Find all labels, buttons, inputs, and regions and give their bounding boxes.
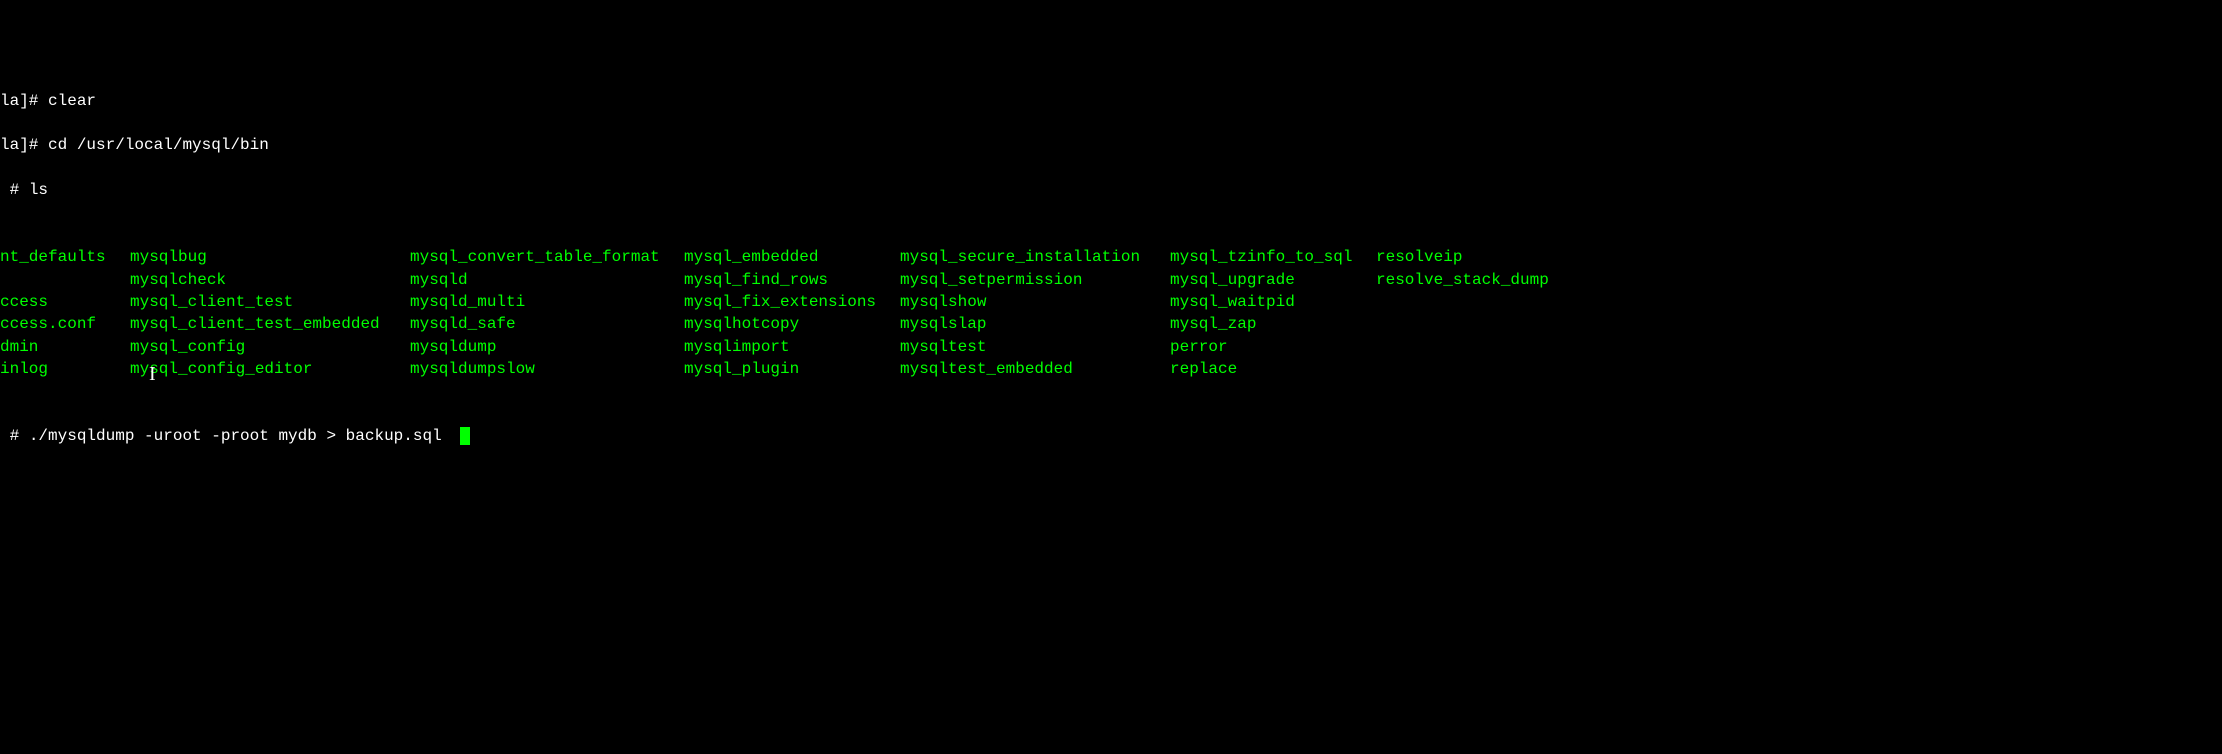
ls-file: mysqltest: [900, 336, 1170, 358]
ls-file: resolve_stack_dump: [1376, 269, 1576, 291]
command-input-text[interactable]: ./mysqldump -uroot -proot mydb > backup.…: [29, 427, 442, 445]
command-text: cd /usr/local/mysql/bin: [48, 136, 269, 154]
ls-file: mysql_plugin: [684, 358, 900, 380]
ls-file: mysqlcheck: [130, 269, 410, 291]
ls-file: mysqlslap: [900, 313, 1170, 335]
ls-file: mysqlhotcopy: [684, 313, 900, 335]
ls-file: mysql_zap: [1170, 313, 1376, 335]
terminal-line-2: la]# cd /usr/local/mysql/bin: [0, 134, 2222, 156]
prompt: #: [0, 181, 29, 199]
ls-file: [1376, 336, 1576, 358]
command-text: ls: [29, 181, 48, 199]
ls-file: [1376, 291, 1576, 313]
ls-file: [1376, 358, 1576, 380]
ls-column-2: mysql_convert_table_format mysqld mysqld…: [410, 246, 684, 380]
ls-file: [1376, 313, 1576, 335]
ls-file: mysql_waitpid: [1170, 291, 1376, 313]
ls-column-3: mysql_embedded mysql_find_rows mysql_fix…: [684, 246, 900, 380]
ls-file: mysql_client_test: [130, 291, 410, 313]
ls-file: mysql_tzinfo_to_sql: [1170, 246, 1376, 268]
ls-file: mysql_config: [130, 336, 410, 358]
ls-file: mysql_embedded: [684, 246, 900, 268]
ls-output: nt_defaults ccess ccess.conf dmin inlog …: [0, 246, 2222, 380]
ls-column-1: mysqlbug mysqlcheck mysql_client_test my…: [130, 246, 410, 380]
ls-file: inlog: [0, 358, 130, 380]
ls-file: dmin: [0, 336, 130, 358]
ls-file: mysqlimport: [684, 336, 900, 358]
ls-column-0: nt_defaults ccess ccess.conf dmin inlog: [0, 246, 130, 380]
terminal-line-3: # ls: [0, 179, 2222, 201]
ls-file: mysqlshow: [900, 291, 1170, 313]
ls-file: mysqlbug: [130, 246, 410, 268]
ls-file: mysql_secure_installation: [900, 246, 1170, 268]
ls-file: mysqld_multi: [410, 291, 684, 313]
prompt: la]#: [0, 136, 48, 154]
ls-column-4: mysql_secure_installation mysql_setpermi…: [900, 246, 1170, 380]
prompt: la]#: [0, 92, 48, 110]
ls-file: mysqltest_embedded: [900, 358, 1170, 380]
ls-file: mysql_fix_extensions: [684, 291, 900, 313]
ls-file: mysql_convert_table_format: [410, 246, 684, 268]
ls-file: ccess: [0, 291, 130, 313]
ls-file: mysqldumpslow: [410, 358, 684, 380]
command-text: clear: [48, 92, 96, 110]
prompt: #: [0, 427, 29, 445]
terminal-cursor-icon: [460, 427, 470, 445]
terminal-line-1: la]# clear: [0, 90, 2222, 112]
ls-file: nt_defaults: [0, 246, 130, 268]
ls-file: mysqld_safe: [410, 313, 684, 335]
ls-file: mysql_config_editor: [130, 358, 410, 380]
ls-file: [0, 269, 130, 291]
ls-file: mysql_upgrade: [1170, 269, 1376, 291]
ls-file: mysql_client_test_embedded: [130, 313, 410, 335]
terminal-current-line[interactable]: # ./mysqldump -uroot -proot mydb > backu…: [0, 425, 2222, 447]
ls-file: resolveip: [1376, 246, 1576, 268]
ls-file: mysqld: [410, 269, 684, 291]
ls-file: ccess.conf: [0, 313, 130, 335]
ls-column-6: resolveip resolve_stack_dump: [1376, 246, 1576, 380]
ls-column-5: mysql_tzinfo_to_sql mysql_upgrade mysql_…: [1170, 246, 1376, 380]
ls-file: mysqldump: [410, 336, 684, 358]
ls-file: mysql_find_rows: [684, 269, 900, 291]
ls-file: replace: [1170, 358, 1376, 380]
ls-file: perror: [1170, 336, 1376, 358]
ls-file: mysql_setpermission: [900, 269, 1170, 291]
